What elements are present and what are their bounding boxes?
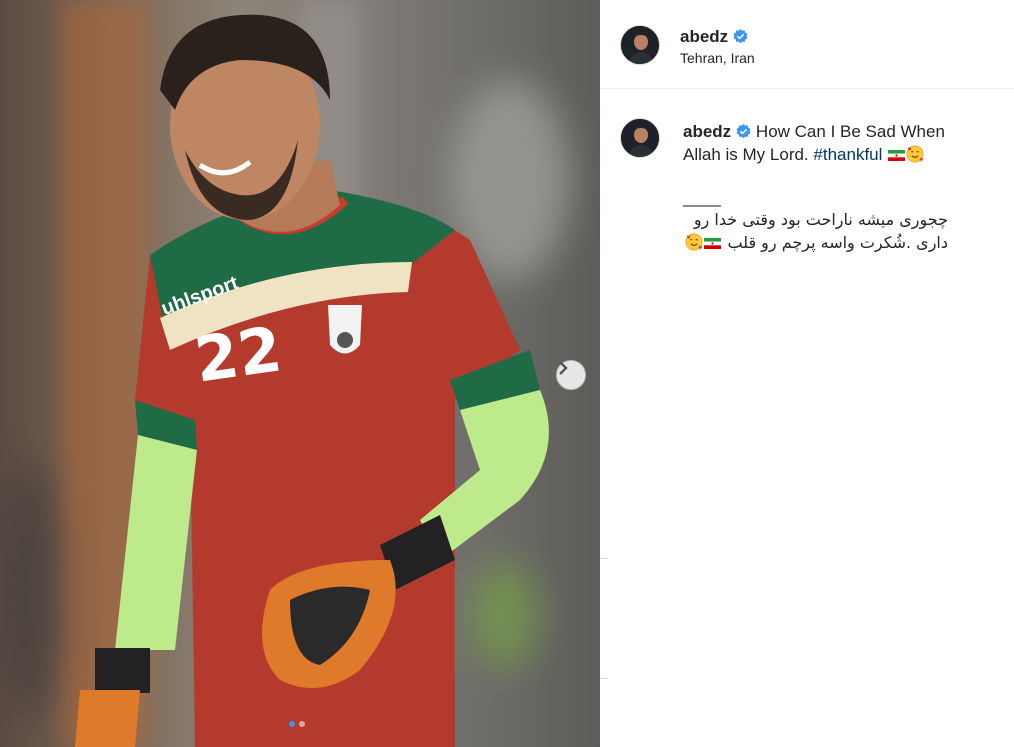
caption-avatar[interactable] (620, 118, 660, 158)
panel-edge-mark (600, 678, 608, 679)
caption-farsi-line-1: چجوری میشه ناراحت بود وقتی خدا رو (693, 210, 948, 229)
post-header: abedz Tehran, Iran (600, 0, 1014, 89)
verified-badge-icon (736, 124, 751, 139)
chevron-right-icon (559, 361, 568, 375)
caption-farsi-line-2-wrap: داری .شُکرت واسه پرچم رو قلب (683, 231, 948, 254)
carousel-next-button[interactable] (556, 360, 586, 390)
iran-flag-icon (888, 150, 906, 161)
hashtag-link[interactable]: #thankful (813, 145, 882, 164)
header-username[interactable]: abedz (680, 27, 748, 47)
jersey-number: 22 (190, 312, 286, 397)
location-link[interactable]: Tehran, Iran (680, 50, 755, 66)
avatar[interactable] (620, 25, 660, 65)
post-media[interactable]: uhlsport 22 (0, 0, 600, 747)
carousel-indicator (289, 721, 305, 727)
avatar-image (621, 119, 659, 157)
post-details-panel: abedz Tehran, Iran abedz How Can I Be Sa… (600, 0, 1014, 747)
smiling-face-with-hearts-icon (685, 233, 703, 251)
panel-edge-mark (600, 558, 608, 559)
carousel-dot-2 (299, 721, 305, 727)
iran-flag-icon (704, 238, 722, 249)
smiling-face-with-hearts-icon (906, 145, 924, 163)
caption-username[interactable]: abedz (683, 122, 731, 141)
caption-farsi: چجوری میشه ناراحت بود وقتی خدا رو داری .… (683, 208, 948, 254)
caption-divider: ____ (683, 188, 721, 207)
avatar-image (621, 26, 659, 64)
caption-text: abedz How Can I Be Sad When Allah is My … (683, 120, 983, 254)
verified-badge-icon (733, 29, 748, 44)
carousel-dot-1 (289, 721, 295, 727)
caption-farsi-line-2: داری .شُکرت واسه پرچم رو قلب (727, 233, 948, 252)
goalkeeper-photo (75, 14, 549, 747)
